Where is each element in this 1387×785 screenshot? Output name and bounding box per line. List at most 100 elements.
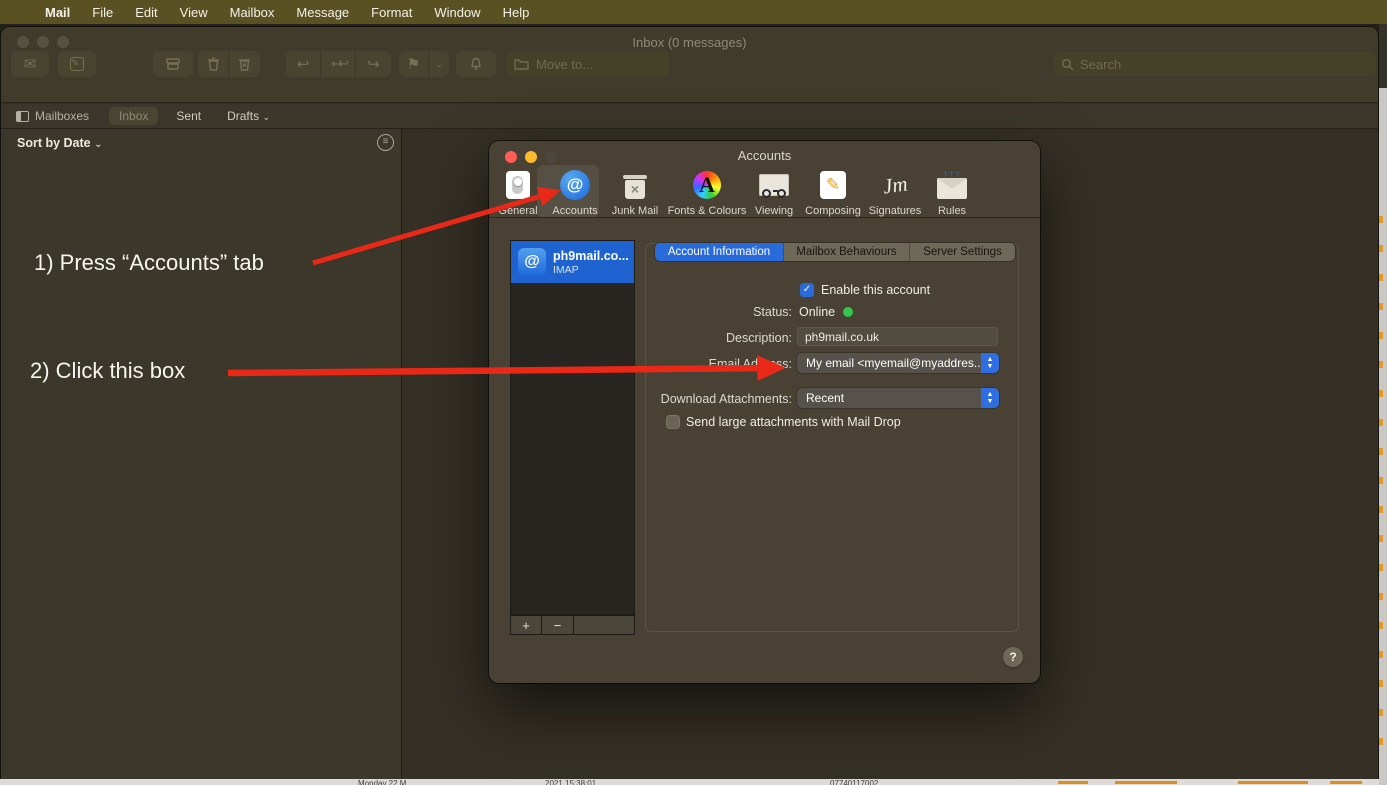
account-name: ph9mail.co... — [553, 249, 629, 263]
status-online-dot — [843, 307, 853, 317]
tab-signatures[interactable]: Jm Signatures — [861, 168, 929, 217]
bell-icon — [469, 57, 483, 71]
tab-fonts-colours[interactable]: A Fonts & Colours — [661, 168, 753, 217]
trash-x-icon: × — [623, 172, 647, 199]
account-at-icon: @ — [518, 248, 546, 276]
menu-item-message[interactable]: Message — [296, 5, 349, 20]
account-protocol: IMAP — [553, 264, 629, 276]
add-account-button[interactable]: + — [511, 616, 542, 634]
background-document-marks — [1379, 194, 1383, 754]
reply-button[interactable]: ↩ — [286, 51, 321, 77]
reply-all-icon2: ↩ — [338, 56, 345, 72]
tab-server-settings[interactable]: Server Settings — [909, 243, 1015, 261]
annotation-step1: 1) Press “Accounts” tab — [34, 250, 264, 276]
account-row-selected[interactable]: @ ph9mail.co... IMAP — [511, 241, 634, 283]
search-icon — [1061, 58, 1074, 71]
tab-mailbox-behaviours[interactable]: Mailbox Behaviours — [783, 243, 909, 261]
remove-account-button[interactable]: − — [542, 616, 574, 634]
popup-stepper-icon: ▲▼ — [981, 388, 999, 408]
tab-composing[interactable]: ✎ Composing — [802, 168, 864, 217]
description-label: Description: — [642, 331, 792, 345]
menu-bar: Mail File Edit View Mailbox Message Form… — [0, 0, 1387, 24]
search-placeholder: Search — [1080, 57, 1121, 72]
menu-item-window[interactable]: Window — [434, 5, 480, 20]
envelope-icon: ✉ — [24, 55, 37, 73]
favorites-bar: Mailboxes Inbox Sent Drafts ⌄ — [1, 104, 1378, 129]
background-text-fragment: 07740117002 — [830, 779, 878, 785]
general-switch-icon — [506, 171, 530, 199]
tab-junk-mail-label: Junk Mail — [612, 205, 658, 217]
maildrop-checkbox[interactable] — [666, 415, 680, 429]
checkmark-icon: ✓ — [803, 284, 811, 295]
background-highlight-mark — [1330, 781, 1362, 784]
tab-viewing-label: Viewing — [755, 205, 793, 217]
chevron-down-icon: ⌄ — [262, 112, 270, 122]
maildrop-label: Send large attachments with Mail Drop — [686, 415, 901, 429]
download-attachments-popup[interactable]: Recent ▲▼ — [797, 388, 999, 408]
background-highlight-mark — [1115, 781, 1177, 784]
delete-junk-group — [198, 51, 260, 77]
status-label: Status: — [692, 305, 792, 319]
accounts-list: @ ph9mail.co... IMAP — [510, 240, 635, 615]
menu-item-help[interactable]: Help — [503, 5, 530, 20]
search-field[interactable]: Search — [1053, 52, 1376, 76]
junk-button[interactable] — [229, 51, 260, 77]
reply-all-icon: ↩ — [331, 56, 338, 72]
desktop: Mail File Edit View Mailbox Message Form… — [0, 0, 1387, 785]
envelope-arrows-icon: ↑↑↑ — [937, 178, 967, 199]
reply-all-button[interactable]: ↩↩ — [321, 51, 356, 77]
menu-item-mail[interactable]: Mail — [45, 5, 70, 20]
prefs-window-title: Accounts — [489, 148, 1040, 163]
email-address-value: My email <myemail@myaddres... — [797, 356, 981, 370]
menu-item-format[interactable]: Format — [371, 5, 412, 20]
favorite-sent[interactable]: Sent — [176, 109, 201, 123]
description-field[interactable]: ph9mail.co.uk — [797, 327, 998, 346]
archive-icon — [166, 57, 180, 71]
background-highlight-mark — [1238, 781, 1308, 784]
mute-button[interactable] — [456, 51, 496, 77]
mailboxes-toggle[interactable]: Mailboxes — [16, 109, 89, 123]
menu-item-mailbox[interactable]: Mailbox — [230, 5, 275, 20]
flag-icon: ⚑ — [407, 55, 420, 73]
tab-account-information[interactable]: Account Information — [655, 243, 783, 261]
email-address-popup[interactable]: My email <myemail@myaddres... ▲▼ — [797, 353, 999, 373]
flag-button[interactable]: ⚑ — [399, 51, 429, 77]
tab-signatures-label: Signatures — [869, 205, 922, 217]
popup-stepper-icon: ▲▼ — [981, 353, 999, 373]
sort-by-menu[interactable]: Sort by Date ⌄ — [17, 136, 103, 150]
forward-button[interactable]: ↪ — [356, 51, 391, 77]
signature-icon: Jm — [881, 171, 909, 199]
download-attachments-value: Recent — [797, 391, 981, 405]
get-mail-button[interactable]: ✉ — [11, 51, 49, 77]
preferences-window: Accounts General @ Accounts × Junk Mail … — [489, 141, 1040, 683]
move-to-field[interactable]: Move to... — [506, 51, 669, 77]
flag-group: ⚑ ⌄ — [399, 51, 449, 77]
tab-viewing[interactable]: Viewing — [743, 168, 805, 217]
desktop-edge-sliver — [1379, 24, 1387, 785]
glasses-envelope-icon — [759, 174, 789, 196]
status-value: Online — [799, 305, 835, 319]
accounts-list-buttons: + − — [510, 615, 635, 635]
flag-menu-button[interactable]: ⌄ — [429, 51, 449, 77]
enable-account-checkbox[interactable]: ✓ — [800, 283, 814, 297]
archive-button[interactable] — [153, 51, 193, 77]
help-button[interactable]: ? — [1003, 647, 1023, 667]
tab-composing-label: Composing — [805, 205, 861, 217]
menu-item-file[interactable]: File — [92, 5, 113, 20]
account-tabs: Account Information Mailbox Behaviours S… — [655, 243, 1015, 261]
menu-item-view[interactable]: View — [180, 5, 208, 20]
tab-junk-mail[interactable]: × Junk Mail — [604, 168, 666, 217]
compose-button[interactable]: ✎ — [58, 51, 96, 77]
tab-general-label: General — [498, 205, 537, 217]
filter-icon[interactable]: ≡ — [377, 134, 394, 151]
folder-icon — [514, 58, 529, 70]
tab-rules[interactable]: ↑↑↑ Rules — [921, 168, 983, 217]
tab-accounts[interactable]: @ Accounts — [544, 168, 606, 217]
account-content-panel — [645, 243, 1019, 632]
background-text-fragment: 2021 15:38:01 — [545, 779, 596, 785]
delete-button[interactable] — [198, 51, 229, 77]
menu-item-edit[interactable]: Edit — [135, 5, 157, 20]
tab-rules-label: Rules — [938, 205, 966, 217]
favorite-drafts[interactable]: Drafts ⌄ — [227, 109, 270, 123]
favorite-inbox[interactable]: Inbox — [109, 107, 158, 125]
